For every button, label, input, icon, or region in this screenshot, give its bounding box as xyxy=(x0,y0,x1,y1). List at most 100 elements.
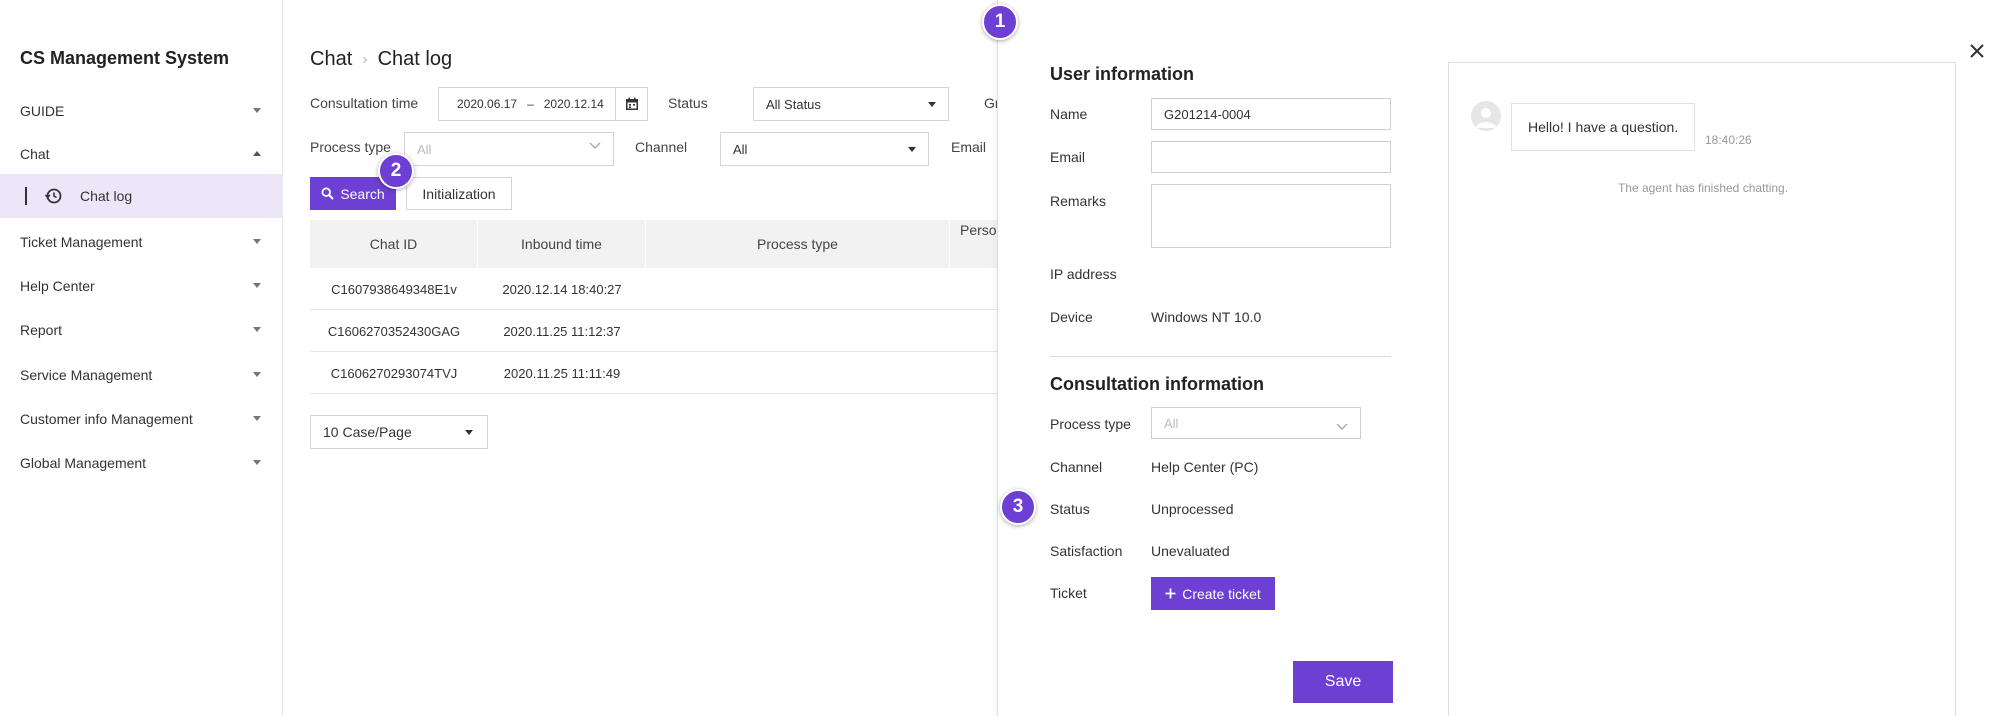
cell-inbound-time: 2020.12.14 18:40:27 xyxy=(502,281,622,297)
sidebar-item-service-management[interactable]: Service Management xyxy=(0,353,283,397)
chat-end-notice: The agent has finished chatting. xyxy=(1617,181,1789,195)
sidebar: CS Management System GUIDE Chat Chat log… xyxy=(0,0,283,716)
sidebar-item-label: Service Management xyxy=(20,367,153,383)
process-type-select[interactable]: All xyxy=(1151,407,1361,439)
breadcrumb: Chat › Chat log xyxy=(310,48,452,71)
channel-select[interactable]: All xyxy=(720,132,929,166)
cell-chat-id: C1606270352430GAG xyxy=(327,323,461,339)
status-label: Status xyxy=(668,95,708,111)
column-header-process-type[interactable]: Process type xyxy=(646,220,950,268)
step-badge-3: 3 xyxy=(1000,489,1036,525)
satisfaction-label: Satisfaction xyxy=(1050,543,1123,559)
sidebar-item-label: Chat xyxy=(20,146,50,162)
table-row[interactable]: C1606270352430GAG 2020.11.25 11:12:37 xyxy=(310,310,1000,352)
chat-detail-panel: User information Name G201214-0004 Email… xyxy=(997,0,2000,716)
process-type-placeholder: All xyxy=(1164,415,1179,431)
breadcrumb-parent[interactable]: Chat xyxy=(310,48,352,71)
sidebar-item-chat[interactable]: Chat xyxy=(0,132,283,176)
column-header-chat-id[interactable]: Chat ID xyxy=(310,220,478,268)
consultation-time-label: Consultation time xyxy=(310,95,419,111)
status-select[interactable]: All Status xyxy=(753,87,949,121)
chevron-down-icon xyxy=(253,108,261,113)
channel-select-value: All xyxy=(733,141,748,157)
page-size-value: 10 Case/Page xyxy=(323,424,412,440)
step-badge-2: 2 xyxy=(378,153,414,189)
active-indicator xyxy=(25,187,27,205)
message-timestamp: 18:40:26 xyxy=(1705,133,1752,147)
history-icon xyxy=(44,187,62,208)
cell-chat-id: C1606270293074TVJ xyxy=(330,365,458,381)
chevron-down-icon xyxy=(908,147,916,152)
sidebar-item-label: Customer info Management xyxy=(20,411,193,427)
page-size-select[interactable]: 10 Case/Page xyxy=(310,415,488,449)
sidebar-item-chat-log[interactable]: Chat log xyxy=(0,174,283,218)
status-value: Unprocessed xyxy=(1151,501,1234,517)
process-type-label: Process type xyxy=(310,139,391,155)
sidebar-item-customer-info-management[interactable]: Customer info Management xyxy=(0,397,283,441)
sidebar-item-global-management[interactable]: Global Management xyxy=(0,441,283,485)
remarks-label: Remarks xyxy=(1050,193,1107,209)
chevron-down-icon xyxy=(928,102,936,107)
sidebar-item-guide[interactable]: GUIDE xyxy=(0,89,283,133)
search-icon xyxy=(321,187,335,200)
create-ticket-button[interactable]: Create ticket xyxy=(1151,577,1275,610)
cell-chat-id: C1607938649348E1v xyxy=(331,281,457,297)
channel-label: Channel xyxy=(635,139,688,155)
chat-transcript[interactable]: Hello! I have a question. 18:40:26 The a… xyxy=(1448,62,1956,716)
email-field[interactable] xyxy=(1151,141,1391,173)
name-label: Name xyxy=(1050,106,1088,122)
chevron-down-icon xyxy=(253,327,261,332)
device-label: Device xyxy=(1050,309,1093,325)
date-from: 2020.06.17 xyxy=(457,97,518,111)
chevron-down-icon xyxy=(1336,419,1348,434)
ticket-label: Ticket xyxy=(1050,585,1087,601)
channel-value: Help Center (PC) xyxy=(1151,459,1259,475)
user-info-title: User information xyxy=(1050,64,1195,84)
satisfaction-value: Unevaluated xyxy=(1151,543,1230,559)
step-badge-1: 1 xyxy=(982,4,1018,40)
column-header-inbound-time[interactable]: Inbound time xyxy=(478,220,646,268)
consultation-info-title: Consultation information xyxy=(1050,374,1264,394)
app-title: CS Management System xyxy=(20,48,230,68)
sidebar-item-label: Report xyxy=(20,322,63,338)
sidebar-item-report[interactable]: Report xyxy=(0,308,283,352)
sidebar-item-label: Help Center xyxy=(20,278,95,294)
chevron-right-icon: › xyxy=(362,50,368,68)
date-to: 2020.12.14 xyxy=(543,97,604,111)
section-divider xyxy=(1050,356,1391,357)
chevron-down-icon xyxy=(253,239,261,244)
sidebar-item-label: Chat log xyxy=(80,188,133,204)
avatar xyxy=(1471,101,1501,131)
table-row[interactable]: C1607938649348E1v 2020.12.14 18:40:27 xyxy=(310,268,1000,310)
create-ticket-label: Create ticket xyxy=(1182,585,1261,602)
ip-address-label: IP address xyxy=(1050,266,1117,280)
cell-inbound-time: 2020.11.25 11:12:37 xyxy=(503,323,621,339)
sidebar-item-help-center[interactable]: Help Center xyxy=(0,264,283,308)
sidebar-item-ticket-management[interactable]: Ticket Management xyxy=(0,220,283,264)
process-type-label: Process type xyxy=(1050,416,1131,432)
plus-icon xyxy=(1165,588,1176,599)
chevron-down-icon xyxy=(589,141,601,153)
remarks-field[interactable] xyxy=(1151,184,1391,248)
status-label: Status xyxy=(1050,501,1090,517)
device-value: Windows NT 10.0 xyxy=(1151,309,1262,325)
name-field[interactable]: G201214-0004 xyxy=(1151,98,1391,130)
save-button[interactable]: Save xyxy=(1293,661,1393,703)
initialization-button[interactable]: Initialization xyxy=(406,177,512,210)
close-icon[interactable] xyxy=(1964,38,1990,64)
date-separator: – xyxy=(527,97,534,111)
email-label: Email xyxy=(1050,149,1086,165)
chevron-down-icon xyxy=(253,460,261,465)
chevron-down-icon xyxy=(253,283,261,288)
calendar-icon[interactable] xyxy=(615,88,647,120)
chat-message: Hello! I have a question. xyxy=(1511,103,1696,151)
main-content: Chat › Chat log Consultation time 2020.0… xyxy=(284,0,1030,716)
process-type-select[interactable]: All xyxy=(404,132,614,166)
chevron-down-icon xyxy=(253,416,261,421)
sidebar-item-label: GUIDE xyxy=(20,103,65,119)
chevron-down-icon xyxy=(465,430,473,435)
sidebar-item-label: Global Management xyxy=(20,455,147,471)
table-row[interactable]: C1606270293074TVJ 2020.11.25 11:11:49 xyxy=(310,352,1000,394)
date-range-input[interactable]: 2020.06.17 – 2020.12.14 xyxy=(438,87,648,121)
process-type-placeholder: All xyxy=(417,141,432,157)
